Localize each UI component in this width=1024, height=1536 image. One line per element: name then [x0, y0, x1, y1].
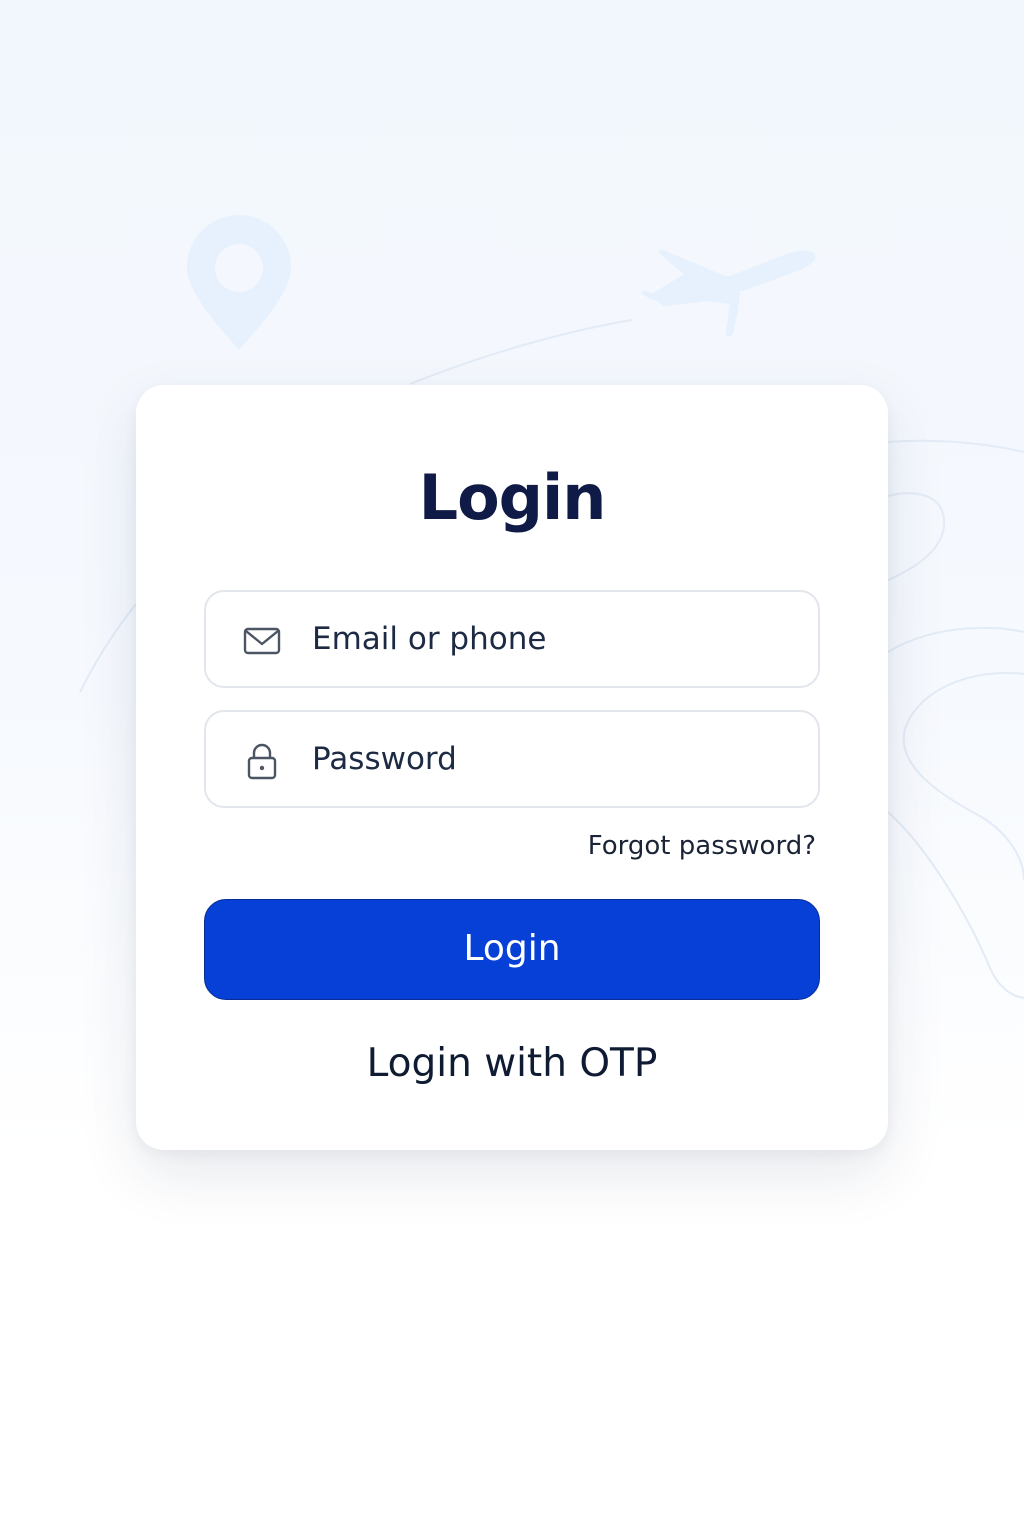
map-pin-icon	[187, 215, 291, 350]
email-placeholder: Email or phone	[312, 621, 547, 657]
flight-path-line	[887, 626, 1024, 653]
page-title: Login	[418, 461, 607, 534]
flight-path-line	[887, 811, 1024, 999]
flight-path-line	[887, 439, 1024, 453]
flight-path-line	[79, 603, 137, 693]
login-button[interactable]: Login	[204, 899, 820, 1000]
envelope-icon	[243, 627, 281, 655]
flight-path-line	[409, 319, 633, 385]
login-with-otp-link[interactable]: Login with OTP	[0, 1036, 1024, 1092]
password-placeholder: Password	[312, 741, 457, 777]
flight-path-line	[902, 672, 1024, 881]
airplane-icon	[641, 249, 816, 338]
password-field[interactable]: Password	[204, 710, 820, 808]
lock-icon	[247, 743, 277, 780]
email-field[interactable]: Email or phone	[204, 590, 820, 688]
forgot-password-link[interactable]: Forgot password?	[588, 826, 816, 866]
